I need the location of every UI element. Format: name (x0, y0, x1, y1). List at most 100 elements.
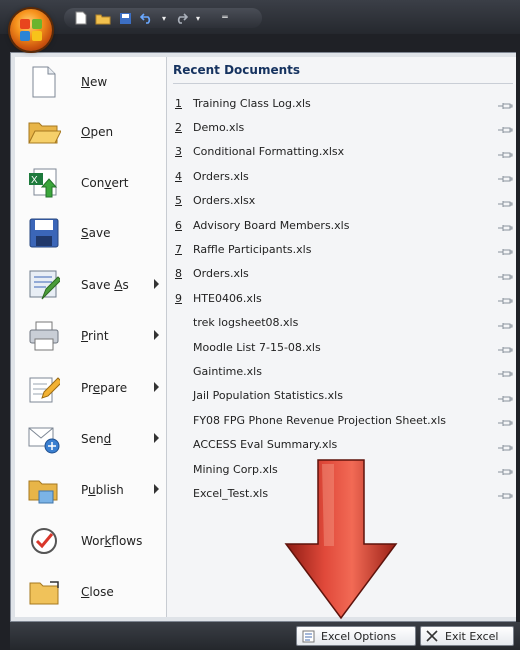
pin-icon[interactable] (497, 414, 513, 427)
recent-document-number: 2 (175, 120, 182, 134)
menu-item-prepare[interactable]: Prepare (15, 363, 167, 413)
workflows-check-icon (25, 522, 63, 560)
menu-item-workflows[interactable]: Workflows (15, 516, 167, 566)
recent-document-item[interactable]: Jail Population Statistics.xls (167, 384, 519, 408)
recent-document-item[interactable]: 2 Demo.xls (167, 115, 519, 139)
new-document-icon[interactable] (72, 10, 90, 26)
recent-document-number: 9 (175, 291, 182, 305)
save-disk-icon (25, 214, 63, 252)
menu-item-save[interactable]: Save (15, 208, 167, 258)
exit-excel-label: Exit Excel (445, 629, 499, 643)
menu-item-convert[interactable]: X Convert (15, 158, 167, 208)
recent-document-name: Training Class Log.xls (193, 96, 311, 110)
printer-icon (25, 317, 63, 355)
menu-item-label: Prepare (81, 381, 128, 395)
recent-document-item[interactable]: 4 Orders.xls (167, 164, 519, 188)
menu-item-save-as[interactable]: Save As (15, 260, 167, 310)
pin-icon[interactable] (497, 317, 513, 329)
menu-item-label: Print (81, 329, 109, 343)
menu-item-label: Convert (81, 176, 129, 190)
pin-icon[interactable] (497, 195, 513, 207)
recent-document-item[interactable]: 9 HTE0406.xls (167, 286, 519, 310)
redo-icon[interactable] (172, 10, 190, 26)
window-edge (516, 52, 520, 622)
menu-item-label: Workflows (81, 534, 143, 548)
pin-icon[interactable] (497, 487, 513, 500)
recent-document-item[interactable]: trek logsheet08.xls (167, 311, 519, 335)
office-button[interactable] (10, 9, 52, 51)
undo-icon[interactable] (138, 10, 156, 26)
menu-item-label: Publish (81, 483, 124, 497)
recent-document-number: 5 (175, 194, 182, 208)
recent-document-number: 1 (175, 96, 182, 110)
svg-text:X: X (31, 175, 38, 186)
recent-document-name: Excel_Test.xls (193, 486, 269, 500)
recent-document-name: Raffle Participants.xls (193, 242, 312, 256)
prepare-pencil-icon (25, 369, 63, 407)
menu-item-close[interactable]: Close (15, 567, 167, 617)
recent-document-name: Orders.xlsx (193, 194, 256, 208)
pin-icon[interactable] (497, 121, 513, 134)
open-folder-icon (25, 113, 63, 151)
quick-access-toolbar: ▾ ▾ ═ (64, 8, 262, 28)
pin-icon[interactable] (497, 292, 513, 305)
recent-document-number: 7 (175, 242, 182, 256)
close-folder-icon (25, 573, 63, 611)
pin-icon[interactable] (497, 463, 513, 475)
recent-document-item[interactable]: 6 Advisory Board Members.xls (167, 213, 519, 237)
recent-document-item[interactable]: 7 Raffle Participants.xls (167, 237, 519, 261)
recent-document-item[interactable]: 5 Orders.xlsx (167, 189, 519, 213)
pin-icon[interactable] (497, 268, 513, 280)
recent-document-name: Jail Population Statistics.xls (193, 389, 343, 403)
pin-icon[interactable] (497, 243, 513, 256)
menu-item-publish[interactable]: Publish (15, 465, 167, 515)
recent-document-name: Conditional Formatting.xlsx (193, 145, 345, 159)
pin-icon[interactable] (497, 219, 513, 231)
submenu-arrow-icon (154, 279, 159, 289)
recent-document-item[interactable]: FY08 FPG Phone Revenue Projection Sheet.… (167, 408, 519, 432)
menu-item-open[interactable]: Open (15, 107, 167, 157)
convert-icon: X (25, 164, 63, 202)
red-down-arrow-annotation (284, 459, 398, 620)
recent-document-item[interactable]: 1 Training Class Log.xls (167, 91, 519, 115)
menu-item-label: Send (81, 432, 112, 446)
redo-dropdown-icon[interactable]: ▾ (194, 10, 202, 26)
menu-item-send[interactable]: Send (15, 414, 167, 464)
pin-icon[interactable] (497, 390, 513, 402)
menu-item-label: Open (81, 125, 114, 139)
save-disk-icon[interactable] (116, 10, 134, 26)
recent-document-item[interactable]: Gaintime.xls (167, 359, 519, 383)
customize-qat-icon[interactable]: ═ (216, 10, 234, 26)
send-icon (25, 420, 63, 458)
pin-icon[interactable] (497, 439, 513, 451)
recent-document-name: trek logsheet08.xls (193, 316, 299, 330)
options-icon (301, 629, 315, 643)
new-document-icon (25, 63, 63, 101)
recent-document-item[interactable]: Moodle List 7-15-08.xls (167, 335, 519, 359)
pin-icon[interactable] (497, 170, 513, 183)
recent-document-item[interactable]: 8 Orders.xls (167, 262, 519, 286)
submenu-arrow-icon (154, 484, 159, 494)
submenu-arrow-icon (154, 382, 159, 392)
excel-options-button[interactable]: Excel Options (296, 626, 416, 646)
submenu-arrow-icon (154, 330, 159, 340)
pin-icon[interactable] (497, 146, 513, 158)
recent-document-number: 6 (175, 218, 182, 232)
recent-document-item[interactable]: ACCESS Eval Summary.xls (167, 433, 519, 457)
exit-x-icon (425, 629, 439, 643)
publish-folder-icon (25, 471, 63, 509)
pin-icon[interactable] (497, 341, 513, 353)
exit-excel-button[interactable]: Exit Excel (420, 626, 514, 646)
menu-item-new[interactable]: New (15, 57, 167, 107)
recent-document-item[interactable]: 3 Conditional Formatting.xlsx (167, 140, 519, 164)
recent-document-name: Moodle List 7-15-08.xls (193, 340, 321, 354)
excel-options-label: Excel Options (321, 629, 397, 643)
pin-icon[interactable] (497, 365, 513, 378)
undo-dropdown-icon[interactable]: ▾ (160, 10, 168, 26)
open-folder-icon[interactable] (94, 10, 112, 26)
menu-item-label: Close (81, 585, 114, 599)
recent-document-name: FY08 FPG Phone Revenue Projection Sheet.… (193, 413, 446, 427)
save-as-icon (25, 266, 63, 304)
pin-icon[interactable] (497, 97, 513, 109)
menu-item-print[interactable]: Print (15, 311, 167, 361)
